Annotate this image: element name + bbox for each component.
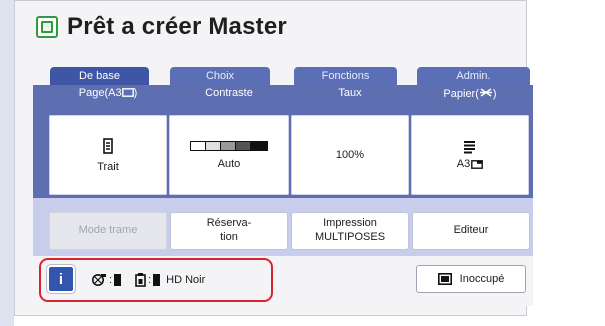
color-mode-label: HD Noir (166, 274, 206, 286)
paper-stack-icon (464, 141, 475, 154)
page-title: Prêt a créer Master (67, 13, 287, 40)
tab-fonctions[interactable]: Fonctions (294, 67, 397, 85)
reservation-label: Réserva-tion (206, 217, 252, 243)
contrast-card[interactable]: Auto (169, 115, 289, 195)
status-row: i : : HD Noir Inoccupé (33, 256, 533, 306)
left-rail (0, 0, 14, 326)
paper-feed-icon (479, 88, 492, 97)
ink-cartridge-icon (135, 273, 146, 287)
tab-choix[interactable]: Choix (170, 67, 270, 85)
editeur-button[interactable]: Editeur (412, 212, 530, 250)
column-label-page: Page(A3) (78, 87, 138, 99)
title-bar: Prêt a créer Master (36, 11, 287, 43)
reservation-button[interactable]: Réserva-tion (170, 212, 288, 250)
column-label-papier-text: Papier( (443, 88, 479, 100)
document-icon (103, 137, 113, 154)
ink-drum-icon (92, 274, 106, 286)
landscape-page-icon (121, 88, 134, 97)
consumables-status: : : HD Noir (91, 271, 205, 289)
printer-status-icon (437, 273, 452, 285)
master-making-icon (36, 16, 58, 38)
tab-bar: De base Choix Fonctions Admin. (50, 67, 530, 85)
contrast-value: Auto (217, 157, 241, 170)
paper-card[interactable]: A3 (411, 115, 529, 195)
idle-button[interactable]: Inoccupé (416, 265, 526, 293)
rate-value: 100% (335, 149, 365, 161)
settings-panel: Page(A3) Contraste Taux Papier() Trait A… (33, 85, 533, 198)
tab-de-base[interactable]: De base (50, 67, 149, 85)
idle-label: Inoccupé (459, 273, 505, 285)
info-button[interactable]: i (49, 267, 73, 291)
separator: : (148, 274, 152, 286)
separator: : (109, 274, 113, 286)
control-panel-screen: Prêt a créer Master De base Choix Foncti… (14, 0, 533, 316)
mode-trame-button[interactable]: Mode trame (49, 212, 167, 250)
impression-label: Impression MULTIPOSES (314, 217, 386, 243)
page-mode-value: Trait (97, 160, 119, 173)
contrast-scale-icon (190, 140, 268, 151)
rate-card[interactable]: 100% (291, 115, 409, 195)
page-mode-card[interactable]: Trait (49, 115, 167, 195)
tab-admin[interactable]: Admin. (417, 67, 530, 85)
action-bar: Mode trame Réserva-tion Impression MULTIP… (33, 198, 533, 256)
impression-multiposes-button[interactable]: Impression MULTIPOSES (291, 212, 409, 250)
column-label-taux: Taux (338, 87, 362, 99)
column-label-page-text: Page(A3 (78, 87, 122, 99)
paper-size-value: A3 (456, 158, 471, 170)
ink-level-icon (114, 274, 122, 286)
column-label-papier: Papier() (443, 88, 497, 100)
column-label-contraste: Contraste (205, 87, 253, 99)
master-level-icon (153, 274, 161, 286)
landscape-paper-icon (471, 159, 484, 169)
paper-size-line: A3 (456, 158, 484, 170)
